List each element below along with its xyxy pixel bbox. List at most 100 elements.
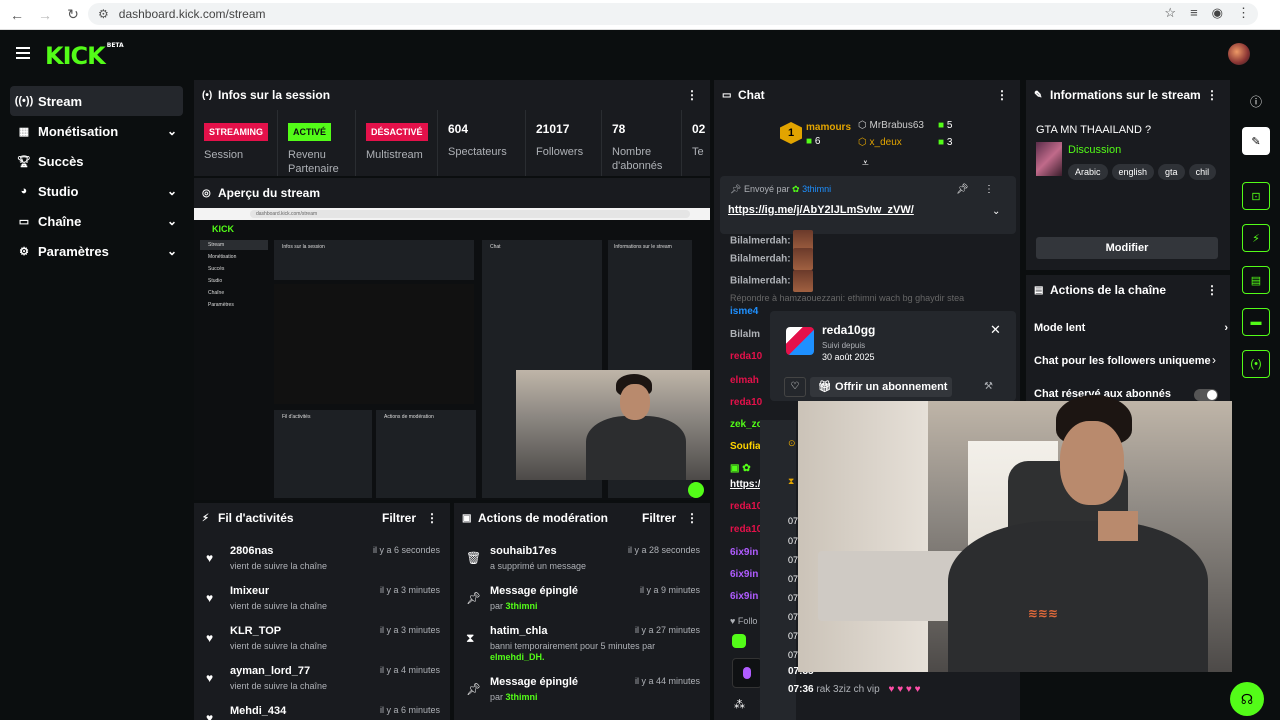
status-badge: DÉSACTIVÉ bbox=[366, 123, 428, 141]
chat-username[interactable]: reda10 bbox=[730, 501, 762, 512]
timestamp: il y a 3 minutes bbox=[379, 625, 440, 635]
kebab-menu-icon[interactable]: ⋮ bbox=[426, 511, 438, 525]
username[interactable]: hatim_chla bbox=[490, 625, 547, 637]
sidebar-item-studio[interactable]: ◕ Studio ⌄ bbox=[10, 176, 183, 206]
chevron-down-icon[interactable]: ⌄ bbox=[992, 206, 1000, 217]
sidebar-item-chaine[interactable]: ▭ Chaîne ⌄ bbox=[10, 206, 183, 236]
back-icon[interactable]: ← bbox=[6, 4, 28, 26]
address-bar[interactable]: ⚙ dashboard.kick.com/stream bbox=[88, 3, 1258, 25]
kebab-menu-icon[interactable]: ⋮ bbox=[686, 511, 698, 525]
subscribers-only-toggle[interactable] bbox=[1194, 389, 1218, 401]
username[interactable]: souhaib17es bbox=[490, 545, 557, 557]
chat-username[interactable]: Soufia bbox=[730, 441, 761, 452]
event-text: banni temporairement pour 5 minutes par bbox=[490, 641, 656, 651]
site-info-icon[interactable]: ⚙ bbox=[98, 7, 109, 21]
close-icon[interactable]: ✕ bbox=[990, 322, 1001, 338]
wrench-icon: ✎ bbox=[1034, 89, 1043, 101]
note-icon[interactable]: ▤ bbox=[1242, 266, 1270, 294]
chat-username[interactable]: 6ix9in bbox=[730, 591, 758, 602]
slow-mode-row[interactable]: Mode lent › bbox=[1034, 322, 1228, 334]
chevron-down-icon: ⌄ bbox=[166, 214, 177, 228]
filter-button[interactable]: Filtrer bbox=[642, 511, 676, 525]
lightning-icon[interactable]: ⚡︎ bbox=[1242, 224, 1270, 252]
sidebar-item-parametres[interactable]: ⚙ Paramètres ⌄ bbox=[10, 236, 183, 266]
username[interactable]: ayman_lord_77 bbox=[230, 665, 310, 677]
preview-text: Monétisation bbox=[208, 254, 237, 260]
panel-title: Actions de la chaîne bbox=[1050, 283, 1167, 297]
chat-username[interactable]: zek_zo bbox=[730, 419, 763, 430]
event-title: Message épinglé bbox=[490, 676, 579, 688]
chat-username[interactable]: reda10 bbox=[730, 397, 762, 408]
gifter-name[interactable]: x_deux bbox=[870, 137, 902, 148]
kebab-menu-icon[interactable]: ⋮ bbox=[686, 88, 698, 102]
edit-stream-button[interactable]: Modifier bbox=[1036, 237, 1218, 259]
sidebar-item-label: Paramètres bbox=[38, 243, 109, 259]
preview-text: Stream bbox=[208, 242, 225, 248]
pinned-user[interactable]: 3thimni bbox=[802, 184, 831, 194]
user-avatar[interactable] bbox=[1228, 43, 1250, 65]
chat-link[interactable]: https:/ bbox=[730, 479, 761, 490]
chat-username[interactable]: Bilalmerdah: bbox=[730, 236, 791, 247]
stream-preview[interactable]: dashboard.kick.com/stream KICK Stream Mo… bbox=[194, 208, 710, 500]
sidebar-item-monetisation[interactable]: ▦ Monétisation ⌄ bbox=[10, 116, 183, 146]
settings-icon[interactable]: ⁂ bbox=[734, 698, 745, 711]
sidebar-item-stream[interactable]: ((•)) Stream bbox=[10, 86, 183, 116]
broadcast-icon[interactable]: (•) bbox=[1242, 350, 1270, 378]
user-card-name[interactable]: reda10gg bbox=[822, 323, 875, 337]
reload-icon[interactable]: ↻ bbox=[62, 4, 84, 26]
sidebar-item-succes[interactable]: 🏆︎ Succès bbox=[10, 146, 183, 176]
moderator-name[interactable]: 3thimni bbox=[506, 692, 538, 702]
username[interactable]: KLR_TOP bbox=[230, 625, 281, 637]
unpin-icon[interactable]: 📌︎ bbox=[956, 184, 969, 195]
category-name[interactable]: Discussion bbox=[1068, 144, 1121, 156]
chat-username[interactable]: Bilalmerdah: bbox=[730, 276, 791, 287]
kick-logo[interactable]: KICK BETA bbox=[45, 42, 124, 70]
edit-icon[interactable]: ✎ bbox=[1242, 127, 1270, 155]
support-headset-icon[interactable]: ☊ bbox=[1230, 682, 1264, 716]
chevron-right-icon: › bbox=[1212, 353, 1216, 367]
filter-button[interactable]: Filtrer bbox=[382, 511, 416, 525]
forward-icon[interactable]: → bbox=[34, 4, 56, 26]
kebab-menu-icon[interactable]: ⋮ bbox=[1206, 283, 1218, 297]
screen-icon[interactable]: ⊡ bbox=[1242, 182, 1270, 210]
chat-username[interactable]: reda10 bbox=[730, 524, 762, 535]
chat-username[interactable]: Bilalm bbox=[730, 329, 760, 340]
browser-menu-icon[interactable]: ⋮ bbox=[1237, 5, 1250, 21]
username[interactable]: Imixeur bbox=[230, 585, 269, 597]
username[interactable]: 2806nas bbox=[230, 545, 273, 557]
info-icon[interactable]: ⓘ bbox=[1250, 93, 1262, 110]
follow-heart-button[interactable]: ♡ bbox=[784, 377, 806, 397]
stat-value: 02 bbox=[692, 122, 706, 136]
hourglass-icon: ⧗ bbox=[788, 476, 795, 486]
hamburger-menu-icon[interactable] bbox=[16, 47, 30, 59]
chat-username[interactable]: elmah bbox=[730, 375, 759, 386]
followers-only-row[interactable]: Chat pour les followers uniqueme bbox=[1034, 355, 1224, 367]
hammer-icon[interactable]: ⚒ bbox=[984, 381, 993, 392]
preview-text: Succès bbox=[208, 266, 225, 272]
kebab-menu-icon[interactable]: ⋮ bbox=[996, 88, 1008, 102]
bookmark-star-icon[interactable]: ☆ bbox=[1164, 5, 1176, 21]
gifter-name[interactable]: MrBrabus63 bbox=[870, 120, 924, 131]
pinned-link[interactable]: https://ig.me/j/AbY2lJLmSvIw_zVW/ bbox=[728, 204, 914, 216]
username[interactable]: Mehdi_434 bbox=[230, 705, 286, 717]
kebab-menu-icon[interactable]: ⋮ bbox=[984, 184, 994, 195]
expand-gifters-icon[interactable]: ⩡ bbox=[862, 156, 869, 171]
moderator-name[interactable]: elmehdi_DH. bbox=[490, 652, 545, 662]
chat-username[interactable]: reda10 bbox=[730, 351, 762, 362]
moderator-name[interactable]: 3thimni bbox=[506, 601, 538, 611]
chat-username[interactable]: 6ix9in bbox=[730, 547, 758, 558]
gift-sub-button[interactable]: 🎁︎ Offrir un abonnement bbox=[810, 377, 952, 397]
chat-username[interactable]: isme4 bbox=[730, 306, 758, 317]
kebab-menu-icon[interactable]: ⋮ bbox=[1206, 88, 1218, 102]
stat-label: Nombre d'abonnés bbox=[612, 146, 663, 172]
gift-icon: ■ bbox=[938, 137, 945, 148]
gift-sub-label: Offrir un abonnement bbox=[835, 381, 948, 393]
media-icon[interactable]: ≡ bbox=[1190, 5, 1198, 21]
mic-button[interactable] bbox=[732, 658, 762, 688]
tag: Arabic bbox=[1068, 164, 1108, 180]
chat-bubble-icon[interactable]: ▬ bbox=[1242, 308, 1270, 336]
profile-icon[interactable]: ◉ bbox=[1212, 5, 1223, 21]
gifter-name[interactable]: mamours bbox=[806, 122, 851, 133]
chat-username[interactable]: Bilalmerdah: bbox=[730, 254, 791, 265]
chat-username[interactable]: 6ix9in bbox=[730, 569, 758, 580]
